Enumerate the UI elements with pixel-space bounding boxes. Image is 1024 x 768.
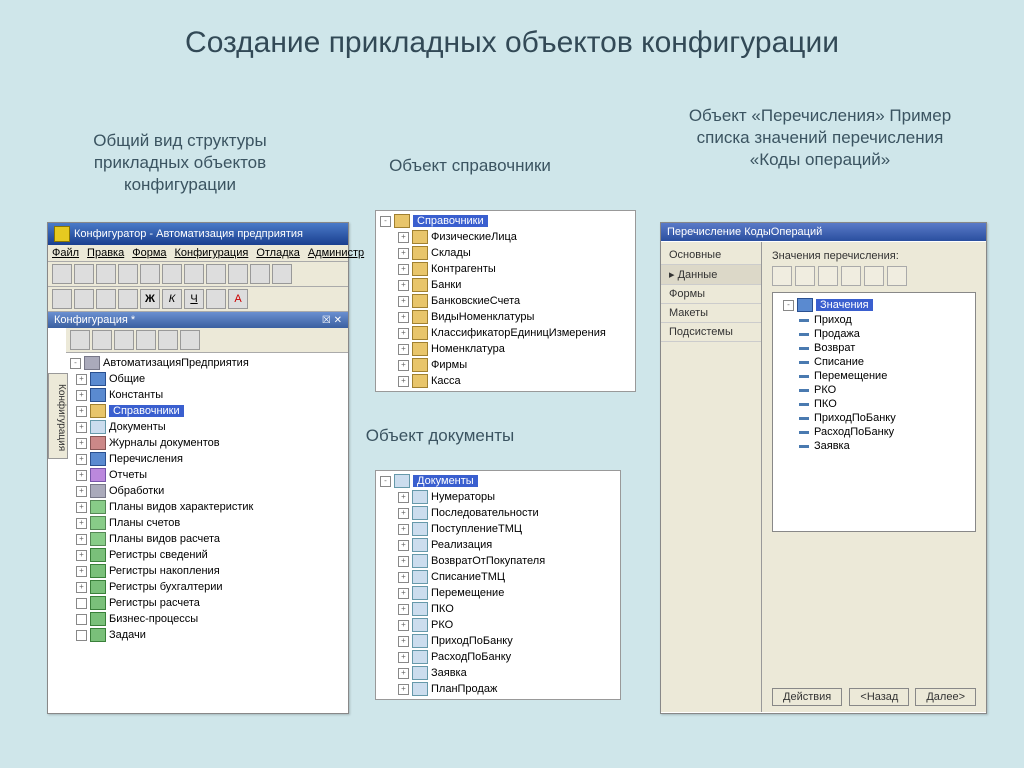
app-icon: [54, 226, 70, 242]
menu-config[interactable]: Конфигурация: [175, 247, 249, 259]
tree-root[interactable]: -Значения: [781, 297, 971, 313]
tree-item[interactable]: ПКО: [797, 397, 971, 411]
tree-item[interactable]: Продажа: [797, 327, 971, 341]
tree-documents[interactable]: -Документы+Нумераторы+Последовательности…: [375, 470, 621, 700]
enum-values-label: Значения перечисления:: [772, 250, 976, 262]
tabs-left[interactable]: ОсновныеДанныеФормыМакетыПодсистемы: [661, 242, 762, 712]
caption-2: Объект справочники: [380, 155, 560, 177]
menu-form[interactable]: Форма: [132, 247, 166, 259]
tree-item[interactable]: +Перечисления: [74, 451, 346, 467]
enum-tree[interactable]: -ЗначенияПриходПродажаВозвратСписаниеПер…: [772, 292, 976, 532]
tree-item[interactable]: Перемещение: [797, 369, 971, 383]
tree-item[interactable]: +ВозвратОтПокупателя: [396, 553, 618, 569]
config-tree[interactable]: -АвтоматизацияПредприятия+Общие+Констант…: [66, 353, 348, 645]
tree-item[interactable]: Возврат: [797, 341, 971, 355]
next-button[interactable]: Далее>: [915, 688, 976, 706]
tab-item[interactable]: Подсистемы: [661, 323, 761, 342]
tree-item[interactable]: +Планы счетов: [74, 515, 346, 531]
tree-item[interactable]: Приход: [797, 313, 971, 327]
caption-4: Объект «Перечисления» Пример списка знач…: [670, 105, 970, 171]
tree-item[interactable]: +Справочники: [74, 403, 346, 419]
tree-item[interactable]: +Регистры сведений: [74, 547, 346, 563]
enum-title: Перечисление КодыОпераций: [667, 226, 822, 238]
tree-item[interactable]: ПриходПоБанку: [797, 411, 971, 425]
enum-toolbar[interactable]: [772, 266, 976, 286]
tree-item[interactable]: +КлассификаторЕдиницИзмерения: [396, 325, 633, 341]
tree-item[interactable]: +ПоступлениеТМЦ: [396, 521, 618, 537]
menu-edit[interactable]: Правка: [87, 247, 124, 259]
tree-item[interactable]: +Регистры бухгалтерии: [74, 579, 346, 595]
tree-item[interactable]: +Журналы документов: [74, 435, 346, 451]
enumeration-window: Перечисление КодыОпераций ОсновныеДанные…: [660, 222, 987, 714]
close-icon[interactable]: ☒ ✕: [322, 315, 342, 326]
tree-item[interactable]: +Регистры накопления: [74, 563, 346, 579]
tree-root[interactable]: -Справочники: [378, 213, 633, 229]
tab-item[interactable]: Макеты: [661, 304, 761, 323]
slide-title: Создание прикладных объектов конфигураци…: [0, 0, 1024, 61]
configurator-window: Конфигуратор - Автоматизация предприятия…: [47, 222, 349, 714]
tree-item[interactable]: Списание: [797, 355, 971, 369]
tree-item[interactable]: +Общие: [74, 371, 346, 387]
tree-item[interactable]: +Нумераторы: [396, 489, 618, 505]
back-button[interactable]: <Назад: [849, 688, 909, 706]
tree-item[interactable]: +Константы: [74, 387, 346, 403]
tree-item[interactable]: +РКО: [396, 617, 618, 633]
tab-item[interactable]: Основные: [661, 246, 761, 265]
tree-item[interactable]: Задачи: [74, 627, 346, 643]
sidebar-tab[interactable]: Конфигурация: [48, 373, 68, 459]
window-titlebar[interactable]: Конфигуратор - Автоматизация предприятия: [48, 223, 348, 245]
tree-item[interactable]: Заявка: [797, 439, 971, 453]
tree-item[interactable]: +БанковскиеСчета: [396, 293, 633, 309]
actions-button[interactable]: Действия: [772, 688, 842, 706]
tree-item[interactable]: +Планы видов расчета: [74, 531, 346, 547]
tree-item[interactable]: +ПланПродаж: [396, 681, 618, 697]
tree-item[interactable]: +РасходПоБанку: [396, 649, 618, 665]
enum-titlebar[interactable]: Перечисление КодыОпераций: [661, 223, 986, 241]
tree-item[interactable]: +Планы видов характеристик: [74, 499, 346, 515]
tree-catalogs[interactable]: -Справочники+ФизическиеЛица+Склады+Контр…: [375, 210, 636, 392]
caption-3: Объект документы: [350, 425, 530, 447]
tree-item[interactable]: +Номенклатура: [396, 341, 633, 357]
tree-item[interactable]: +Склады: [396, 245, 633, 261]
tree-item[interactable]: +СписаниеТМЦ: [396, 569, 618, 585]
tree-item[interactable]: Регистры расчета: [74, 595, 346, 611]
tree-item[interactable]: +Последовательности: [396, 505, 618, 521]
tree-item[interactable]: +Документы: [74, 419, 346, 435]
tree-item[interactable]: +Обработки: [74, 483, 346, 499]
tree-root[interactable]: -Документы: [378, 473, 618, 489]
config-pane-title[interactable]: Конфигурация * ☒ ✕: [48, 312, 348, 328]
tree-item[interactable]: +Заявка: [396, 665, 618, 681]
tab-item[interactable]: Данные: [661, 265, 761, 285]
tree-item[interactable]: +Фирмы: [396, 357, 633, 373]
tree-item[interactable]: +Банки: [396, 277, 633, 293]
menu-debug[interactable]: Отладка: [256, 247, 299, 259]
tree-item[interactable]: РасходПоБанку: [797, 425, 971, 439]
toolbar-1[interactable]: [48, 262, 348, 287]
tree-item[interactable]: +ПриходПоБанку: [396, 633, 618, 649]
tree-item[interactable]: РКО: [797, 383, 971, 397]
tree-item[interactable]: +Реализация: [396, 537, 618, 553]
menu-admin[interactable]: Администр: [308, 247, 364, 259]
tree-item[interactable]: +ФизическиеЛица: [396, 229, 633, 245]
tree-item[interactable]: +Перемещение: [396, 585, 618, 601]
menu-file[interactable]: Файл: [52, 247, 79, 259]
tree-item[interactable]: +Касса: [396, 373, 633, 389]
menubar[interactable]: ФайлПравкаФормаКонфигурацияОтладкаАдмини…: [48, 245, 348, 262]
tree-item[interactable]: +ПКО: [396, 601, 618, 617]
toolbar-2[interactable]: ЖКЧА: [48, 287, 348, 312]
tree-item[interactable]: Бизнес-процессы: [74, 611, 346, 627]
tree-item[interactable]: +Контрагенты: [396, 261, 633, 277]
window-title: Конфигуратор - Автоматизация предприятия: [74, 228, 303, 240]
tree-item[interactable]: +ВидыНоменклатуры: [396, 309, 633, 325]
caption-1: Общий вид структуры прикладных объектов …: [70, 130, 290, 196]
toolbar-3[interactable]: [66, 328, 348, 353]
tab-item[interactable]: Формы: [661, 285, 761, 304]
tree-item[interactable]: +Отчеты: [74, 467, 346, 483]
tree-root[interactable]: -АвтоматизацияПредприятия: [68, 355, 346, 371]
